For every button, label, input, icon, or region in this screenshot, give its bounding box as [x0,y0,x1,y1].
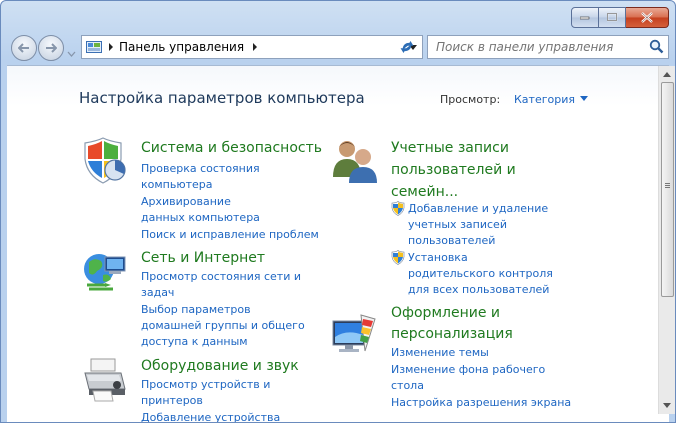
maximize-button[interactable] [599,7,626,28]
caption-buttons [571,7,669,28]
forward-button[interactable] [38,35,64,61]
link-text[interactable]: Установка родительского контроля для все… [408,250,558,298]
category-title[interactable]: Система и безопасность [141,137,322,159]
back-button[interactable] [11,35,37,61]
chevron-down-icon [579,96,588,101]
shield-system-icon[interactable] [81,137,129,185]
link-screen-resolution[interactable]: Настройка разрешения экрана [391,395,571,411]
network-globe-icon[interactable] [81,247,129,295]
link-change-background[interactable]: Изменение фона рабочего стола [391,362,551,394]
control-panel-icon [86,41,102,53]
forward-arrow-icon [46,43,57,53]
link-troubleshoot[interactable]: Поиск и исправление проблем [141,227,319,243]
refresh-button[interactable] [395,35,419,59]
close-icon [641,12,653,23]
close-button[interactable] [626,7,669,28]
chevron-down-icon [67,51,76,57]
grip-icon [665,183,670,184]
vertical-scrollbar[interactable] [658,66,675,414]
printer-hardware-icon[interactable] [81,355,129,403]
link-network-status[interactable]: Просмотр состояния сети и задач [141,269,301,301]
control-panel-window: Панель управления Настройка параметров к… [0,0,676,423]
scroll-thumb[interactable] [661,82,674,297]
link-check-status[interactable]: Проверка состояния компьютера [141,161,271,193]
category-title[interactable]: Сеть и Интернет [141,247,265,269]
search-box[interactable] [427,35,669,59]
link-backup[interactable]: Архивирование данных компьютера [141,194,276,226]
personalization-monitor-icon[interactable] [331,311,379,359]
category-title[interactable]: Оформление и персонализация [391,303,531,345]
link-text[interactable]: Добавление и удаление учетных записей по… [408,201,558,249]
view-mode-value[interactable]: Категория [514,93,575,106]
link-devices-printers[interactable]: Просмотр устройств и принтеров [141,377,281,409]
scroll-up-arrow-icon[interactable] [663,72,671,77]
breadcrumb-separator-icon [109,43,113,51]
recent-pages-dropdown[interactable] [67,42,76,61]
search-input[interactable] [434,39,648,55]
link-parental-controls[interactable]: Установка родительского контроля для все… [391,250,558,298]
page-title: Настройка параметров компьютера [79,89,365,107]
back-arrow-icon [18,43,29,53]
address-bar[interactable]: Панель управления [81,35,423,59]
minimize-icon [580,16,590,19]
view-mode-selector[interactable]: Категория [514,93,588,106]
category-title[interactable]: Учетные записи пользователей и семейн... [391,137,536,203]
link-homegroup[interactable]: Выбор параметров домашней группы и общег… [141,302,313,350]
refresh-icon [400,40,414,54]
minimize-button[interactable] [571,7,599,28]
uac-shield-icon [391,201,405,216]
users-icon[interactable] [331,137,379,185]
search-icon[interactable] [649,39,664,54]
content-area: Настройка параметров компьютера Просмотр… [7,65,669,422]
breadcrumb-expand-icon[interactable] [251,43,259,51]
breadcrumb-control-panel[interactable]: Панель управления [119,40,244,54]
link-change-theme[interactable]: Изменение темы [391,345,571,361]
category-title[interactable]: Оборудование и звук [141,355,299,377]
maximize-icon [606,13,617,22]
uac-shield-icon [391,250,405,265]
navigation-bar: Панель управления [7,34,669,61]
link-add-device[interactable]: Добавление устройства [141,410,281,422]
link-add-remove-accounts[interactable]: Добавление и удаление учетных записей по… [391,201,558,249]
scroll-down-arrow-icon[interactable] [663,403,671,408]
view-label: Просмотр: [440,93,501,106]
